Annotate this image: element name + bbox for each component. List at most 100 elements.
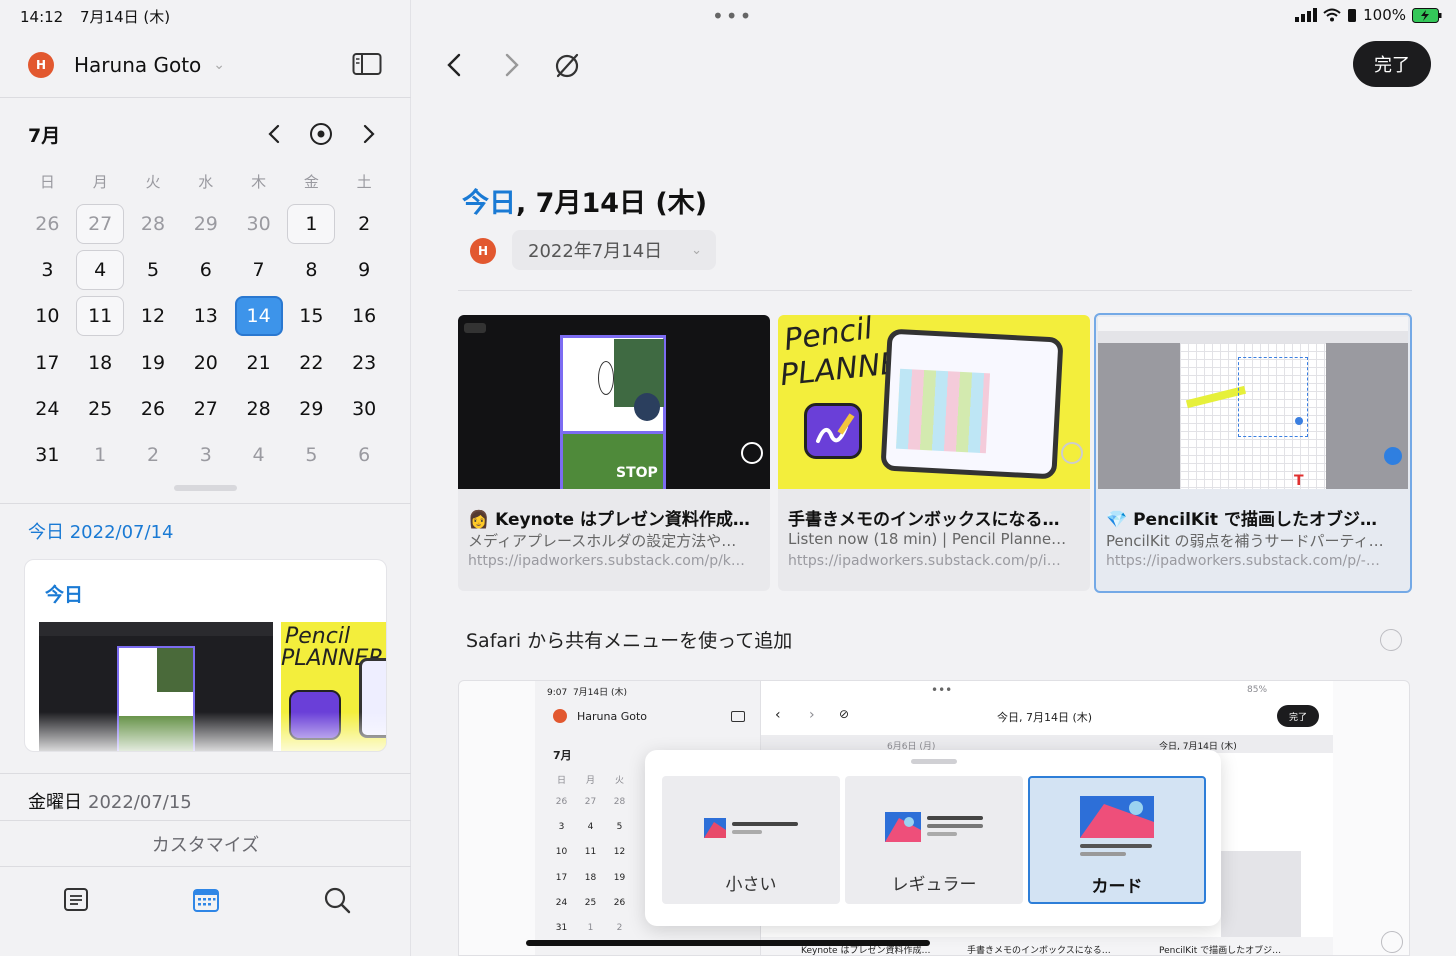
calendar-week-row: 26 27 28 29 30 1 2 xyxy=(21,203,391,245)
calendar-day[interactable]: 30 xyxy=(338,388,391,430)
next-month-button[interactable] xyxy=(353,118,385,150)
list-icon[interactable] xyxy=(61,885,91,915)
calendar-day-number: 4 xyxy=(76,250,125,290)
user-name: Haruna Goto xyxy=(74,53,202,77)
size-option-card[interactable]: カード xyxy=(1028,776,1206,904)
calendar-day[interactable]: 8 xyxy=(285,249,338,291)
calendar-day[interactable]: 20 xyxy=(179,342,232,384)
calendar-day[interactable]: 3 xyxy=(179,434,232,476)
calendar-day[interactable]: 2 xyxy=(127,434,180,476)
embedded-day: 18 xyxy=(584,873,597,883)
calendar-day[interactable]: 4 xyxy=(74,249,127,291)
calendar-day[interactable]: 24 xyxy=(21,388,74,430)
card-title-text: PencilKit で描画したオブジ… xyxy=(1133,510,1377,530)
customize-button[interactable]: カスタマイズ xyxy=(0,831,411,857)
calendar-day[interactable]: 27 xyxy=(74,203,127,245)
calendar-day-number: 2 xyxy=(146,444,160,466)
calendar-day-number: 28 xyxy=(140,213,166,235)
back-icon[interactable] xyxy=(440,50,470,80)
chevron-left-icon xyxy=(268,124,280,144)
calendar-weekdays: 日 月 火 水 木 金 土 xyxy=(21,171,391,192)
calendar-day[interactable]: 16 xyxy=(338,295,391,337)
select-radio[interactable] xyxy=(1061,442,1083,464)
embedded-day: 4 xyxy=(587,822,594,832)
calendar-day[interactable]: 5 xyxy=(285,434,338,476)
calendar-day[interactable]: 22 xyxy=(285,342,338,384)
calendar-day[interactable]: 6 xyxy=(179,249,232,291)
calendar-day-number: 16 xyxy=(352,305,377,327)
card-description: メディアプレースホルダの設定方法や… xyxy=(468,532,737,550)
calendar-day[interactable]: 18 xyxy=(74,342,127,384)
status-bar-left: 14:12 7月14日 (木) xyxy=(20,6,170,27)
calendar-day[interactable]: 30 xyxy=(232,203,285,245)
size-option-regular[interactable]: レギュラー xyxy=(845,776,1023,904)
calendar-day[interactable]: 15 xyxy=(285,295,338,337)
chevron-down-icon: ⌄ xyxy=(213,57,226,73)
calendar-day-number: 8 xyxy=(305,259,318,281)
calendar-day[interactable]: 29 xyxy=(285,388,338,430)
calendar-day[interactable]: 4 xyxy=(232,434,285,476)
date-picker[interactable]: 2022年7月14日 ⌄ xyxy=(512,230,716,270)
select-radio[interactable] xyxy=(1381,931,1403,953)
link-card-pencilkit[interactable]: T 💎 PencilKit で描画したオブジ… PencilKit の弱点を補う… xyxy=(1094,313,1412,593)
calendar-day[interactable]: 5 xyxy=(127,249,180,291)
divider xyxy=(458,290,1412,291)
calendar-day[interactable]: 28 xyxy=(127,203,180,245)
embedded-day: 12 xyxy=(613,847,626,857)
calendar-day[interactable]: 17 xyxy=(21,342,74,384)
calendar-day[interactable]: 1 xyxy=(285,203,338,245)
calendar-day[interactable]: 19 xyxy=(127,342,180,384)
calendar-day[interactable]: 26 xyxy=(127,388,180,430)
calendar-day-number: 26 xyxy=(140,398,166,420)
calendar-icon[interactable] xyxy=(191,885,221,915)
done-button[interactable]: 完了 xyxy=(1353,41,1431,87)
calendar-day[interactable]: 9 xyxy=(338,249,391,291)
home-indicator[interactable] xyxy=(526,940,930,946)
next-day-weekday: 金曜日 xyxy=(28,792,82,813)
forward-icon[interactable] xyxy=(496,50,526,80)
calendar-day-number: 24 xyxy=(35,398,60,420)
no-filter-icon[interactable] xyxy=(552,50,582,80)
embedded-time-text: 9:07 xyxy=(547,688,568,698)
embedded-card-title: 手書きメモのインボックスになる… xyxy=(967,946,1111,956)
select-radio-checked[interactable] xyxy=(1384,447,1402,465)
calendar-day[interactable]: 13 xyxy=(179,295,232,337)
calendar-day[interactable]: 31 xyxy=(21,434,74,476)
calendar-day[interactable]: 27 xyxy=(179,388,232,430)
select-radio[interactable] xyxy=(741,442,763,464)
link-card-pencil-planner[interactable]: Pencil PLANNER 手書きメモのインボックスになる… Listen n… xyxy=(778,315,1090,591)
calendar-day[interactable]: 11 xyxy=(74,295,127,337)
calendar-day[interactable]: 3 xyxy=(21,249,74,291)
today-section-header[interactable]: 今日 2022/07/14 xyxy=(28,518,173,544)
calendar-day[interactable]: 28 xyxy=(232,388,285,430)
embedded-month: 7月 xyxy=(553,749,572,762)
calendar-day[interactable]: 23 xyxy=(338,342,391,384)
search-icon[interactable] xyxy=(322,885,352,915)
sidebar-toggle-icon[interactable] xyxy=(352,52,382,76)
calendar-day-number: 4 xyxy=(252,444,265,466)
calendar-day[interactable]: 26 xyxy=(21,203,74,245)
scroll-indicator[interactable] xyxy=(174,485,237,491)
multitasking-dots[interactable]: ••• xyxy=(712,4,753,28)
prev-month-button[interactable] xyxy=(258,118,290,150)
calendar-day[interactable]: 12 xyxy=(127,295,180,337)
calendar-day[interactable]: 1 xyxy=(74,434,127,476)
select-radio[interactable] xyxy=(1380,629,1402,651)
size-option-small[interactable]: 小さい xyxy=(662,776,840,904)
user-switcher[interactable]: H Haruna Goto ⌄ xyxy=(28,50,225,80)
calendar-day[interactable]: 10 xyxy=(21,295,74,337)
calendar-day[interactable]: 25 xyxy=(74,388,127,430)
today-button[interactable] xyxy=(305,118,337,150)
calendar-day[interactable]: 29 xyxy=(179,203,232,245)
grabber[interactable] xyxy=(911,759,957,764)
card-thumbnail: STOP xyxy=(458,315,770,489)
calendar-day[interactable]: 2 xyxy=(338,203,391,245)
calendar-day[interactable]: 21 xyxy=(232,342,285,384)
today-summary-card[interactable]: 今日 Pencil PLANNER xyxy=(24,559,387,752)
link-card-keynote[interactable]: STOP 👩 Keynote はプレゼン資料作成… メディアプレースホルダの設定… xyxy=(458,315,770,591)
calendar-day[interactable]: 7 xyxy=(232,249,285,291)
calendar-day[interactable]: 14 xyxy=(232,295,285,337)
next-day-row[interactable]: 金曜日 2022/07/15 xyxy=(28,788,192,814)
calendar-day[interactable]: 6 xyxy=(338,434,391,476)
divider xyxy=(0,773,411,774)
